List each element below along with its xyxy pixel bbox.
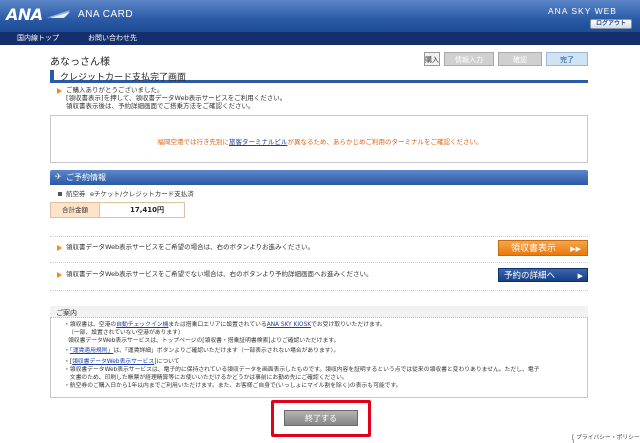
- privacy-policy-link[interactable]: [ プライバシー・ポリシー ]: [572, 432, 640, 443]
- guide-title: ご案内: [56, 309, 77, 317]
- guide-line-8: ・航空券のご購入日から1年以内までご利用いただけます。また、お客様ご自身で(いっ…: [64, 383, 402, 389]
- step-start: 購入: [424, 52, 440, 66]
- bullet-arrow-icon: [57, 272, 62, 278]
- message-receipt: [領収書表示]を押して、領収書データWeb表示サービスをご利用ください。: [66, 94, 287, 102]
- divider: [50, 290, 588, 291]
- nav-contact[interactable]: お問い合わせ先: [88, 33, 137, 44]
- message-detail: 領収書表示後は、予約詳細画面でご搭乗方法をご確認ください。: [66, 102, 255, 110]
- step-info-input: 情報入力: [444, 52, 494, 66]
- brand-name: ANA CARD: [78, 9, 134, 20]
- guide-header: [50, 306, 588, 318]
- auto-checkin-link[interactable]: 自動チェックイン機: [116, 322, 168, 328]
- finish-button[interactable]: 終了する: [284, 410, 358, 426]
- sky-kiosk-link[interactable]: ANA SKY KIOSK: [267, 322, 311, 328]
- divider: [50, 262, 588, 263]
- guide-line-6: ・領収書データWeb表示サービスは、電子的に保持されている領収データを画面表示し…: [64, 367, 540, 373]
- reservation-detail-button[interactable]: 予約の詳細へ ▶: [498, 268, 588, 282]
- guide-line-1-a: ・領収書は、空港の: [64, 322, 117, 328]
- notice-text: 福岡空港では行き先別に旅客ターミナルビルが異なるため、あらかじめご利用のターミナ…: [51, 136, 589, 146]
- receipt-instruction: 領収書データWeb表示サービスをご希望の場合は、右のボタンよりお進みください。: [66, 243, 315, 251]
- logout-button[interactable]: ログアウト: [590, 19, 632, 29]
- total-amount: 17,410円: [100, 202, 185, 218]
- terminal-building-link[interactable]: 旅客ターミナルビル: [229, 138, 288, 146]
- notice-text-after: が異なるため、あらかじめご利用のターミナルをご確認ください。: [287, 138, 483, 146]
- site-name[interactable]: ANA SKY WEB: [548, 6, 617, 16]
- guide-line-kiosk: ・領収書は、空港の自動チェックイン機または搭乗口エリアに設置されているANA S…: [64, 322, 386, 330]
- receipt-service-link[interactable]: 領収書データWeb表示サービス: [72, 359, 154, 365]
- fare-rules-link[interactable]: 「運賃適用規則」: [70, 348, 113, 354]
- message-thanks: ご購入ありがとうございました。: [66, 86, 164, 94]
- divider: [50, 236, 588, 237]
- user-greeting: あなっさん様: [50, 57, 110, 68]
- ana-swoosh-icon: [46, 10, 70, 18]
- total-label: 合計金額: [50, 202, 100, 218]
- page-title: クレジットカード支払完了画面: [60, 73, 187, 83]
- bullet-square-icon: [58, 192, 62, 196]
- receipt-display-label: 領収書表示: [511, 244, 557, 254]
- guide-line-4-b: は、「運賃詳細」ボタンよりご確認いただけます（一部表示されない場合があります）。: [113, 348, 340, 354]
- nav-domestic-top[interactable]: 国内線トップ: [17, 33, 59, 44]
- step-confirm: 確認: [498, 52, 542, 66]
- reservation-header: [50, 170, 588, 185]
- guide-line-service: ・[領収書データWeb表示サービス]について: [64, 359, 180, 367]
- receipt-display-button[interactable]: 領収書表示 ▶▶: [498, 240, 588, 256]
- double-chevron-icon: ▶▶: [570, 245, 581, 253]
- notice-box: 福岡空港では行き先別に旅客ターミナルビルが異なるため、あらかじめご利用のターミナ…: [50, 115, 588, 163]
- guide-line-2: （一部、設置されていない空港があります）: [68, 330, 184, 336]
- guide-line-7: 文書のため、印刷した帳票が経理精算等にお使いいただけるかどうかは事前にお勤め先に…: [64, 375, 348, 381]
- progress-steps: 購入 情報入力 確認 完了: [424, 52, 588, 66]
- reservation-detail-label: 予約の詳細へ: [504, 271, 556, 281]
- ticket-label: 航空券: [66, 190, 86, 198]
- reservation-title: ご予約情報: [66, 173, 106, 182]
- ticket-status: eチケット/クレジットカード支払済: [90, 190, 194, 198]
- chevron-right-icon: ▶: [577, 272, 583, 280]
- guide-line-5-a: ・[: [64, 359, 73, 365]
- ana-logo[interactable]: ANA: [6, 5, 43, 24]
- airplane-icon: ✈: [55, 172, 62, 181]
- guide-line-1-c: でお受け取りいただけます。: [311, 322, 386, 328]
- step-complete: 完了: [546, 52, 588, 66]
- guide-line-5-b: ]について: [154, 359, 180, 365]
- guide-line-fare: ・「運賃適用規則」は、「運賃詳細」ボタンよりご確認いただけます（一部表示されない…: [64, 348, 339, 356]
- guide-line-3: 領収書データWeb表示サービスは、トップページの[領収書・搭乗証明書検索]よりご…: [68, 338, 340, 344]
- notice-text-before: 福岡空港では行き先別に: [157, 138, 230, 146]
- page-title-marker: [50, 70, 54, 81]
- bullet-arrow-icon: [57, 88, 62, 94]
- detail-instruction: 領収書データWeb表示サービスをご希望でない場合は、右のボタンより予約詳細画面へ…: [66, 270, 373, 278]
- guide-line-1-b: または搭乗口エリアに設置されている: [168, 322, 267, 328]
- bullet-arrow-icon: [57, 245, 62, 251]
